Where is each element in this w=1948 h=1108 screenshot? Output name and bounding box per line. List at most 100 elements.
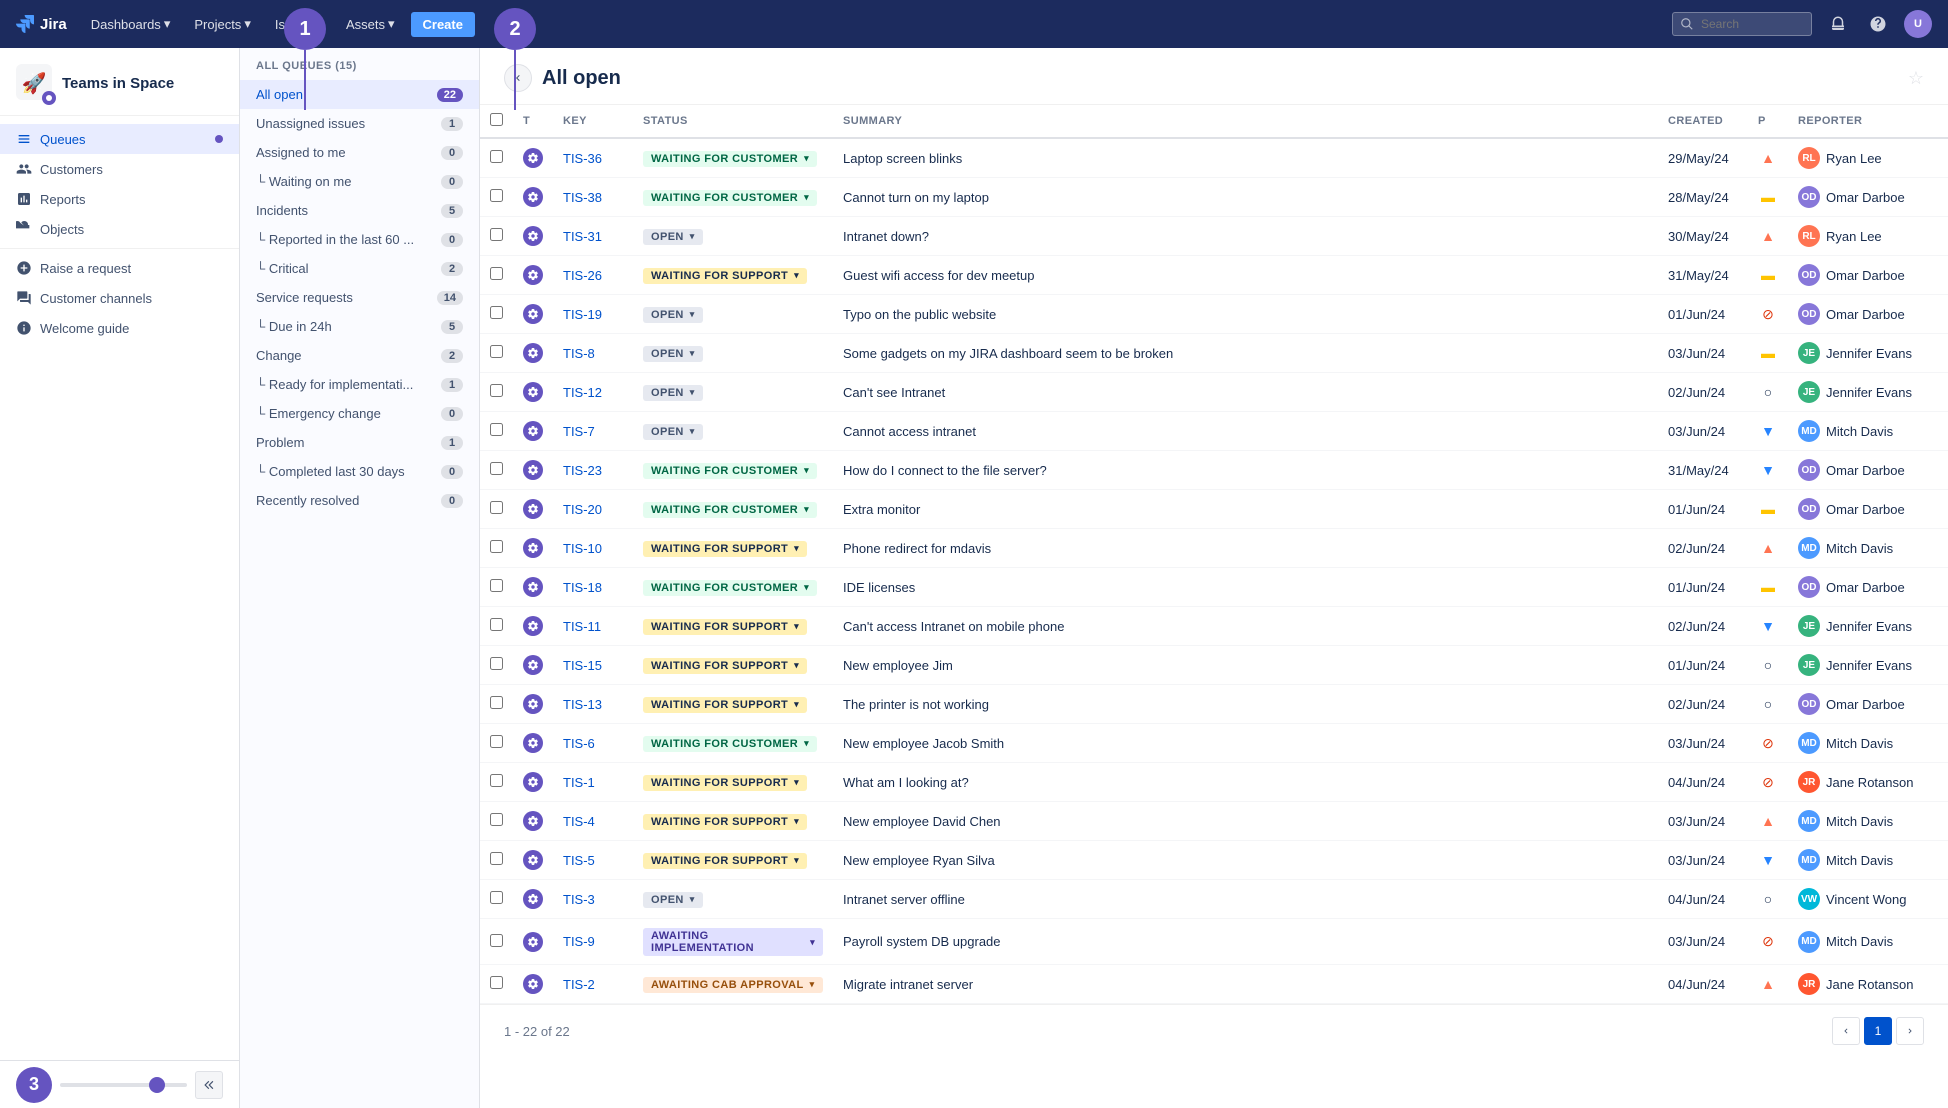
- queue-item-due-24h[interactable]: └ Due in 24h 5: [240, 312, 479, 341]
- row-checkbox[interactable]: [490, 267, 503, 280]
- status-badge[interactable]: WAITING FOR SUPPORT ▾: [643, 268, 807, 284]
- issue-summary-link[interactable]: Phone redirect for mdavis: [843, 541, 991, 556]
- issue-summary-link[interactable]: New employee Jacob Smith: [843, 736, 1004, 751]
- row-checkbox[interactable]: [490, 696, 503, 709]
- status-badge[interactable]: WAITING FOR CUSTOMER ▾: [643, 463, 817, 479]
- issue-summary-link[interactable]: Guest wifi access for dev meetup: [843, 268, 1034, 283]
- issue-summary-link[interactable]: What am I looking at?: [843, 775, 969, 790]
- sidebar-item-customers[interactable]: Customers: [0, 154, 239, 184]
- user-avatar[interactable]: U: [1904, 10, 1932, 38]
- projects-menu[interactable]: Projects ▾: [186, 12, 259, 36]
- sidebar-item-queues[interactable]: Queues: [0, 124, 239, 154]
- issue-summary-link[interactable]: How do I connect to the file server?: [843, 463, 1047, 478]
- status-badge[interactable]: OPEN ▾: [643, 307, 703, 323]
- queue-item-all-open[interactable]: All open 22: [240, 80, 479, 109]
- issue-key-link[interactable]: TIS-2: [563, 977, 595, 992]
- queue-item-assigned-to-me[interactable]: Assigned to me 0: [240, 138, 479, 167]
- issue-summary-link[interactable]: New employee David Chen: [843, 814, 1001, 829]
- status-badge[interactable]: OPEN ▾: [643, 424, 703, 440]
- queue-item-problem[interactable]: Problem 1: [240, 428, 479, 457]
- queue-item-reported-last-60[interactable]: └ Reported in the last 60 ... 0: [240, 225, 479, 254]
- issue-key-link[interactable]: TIS-13: [563, 697, 602, 712]
- status-badge[interactable]: WAITING FOR SUPPORT ▾: [643, 541, 807, 557]
- row-checkbox[interactable]: [490, 150, 503, 163]
- issue-key-link[interactable]: TIS-38: [563, 190, 602, 205]
- row-checkbox[interactable]: [490, 423, 503, 436]
- queue-item-incidents[interactable]: Incidents 5: [240, 196, 479, 225]
- issue-key-link[interactable]: TIS-15: [563, 658, 602, 673]
- queue-item-critical[interactable]: └ Critical 2: [240, 254, 479, 283]
- queue-item-recently-resolved[interactable]: Recently resolved 0: [240, 486, 479, 515]
- status-badge[interactable]: OPEN ▾: [643, 892, 703, 908]
- status-badge[interactable]: WAITING FOR CUSTOMER ▾: [643, 502, 817, 518]
- status-badge[interactable]: WAITING FOR SUPPORT ▾: [643, 814, 807, 830]
- issue-key-link[interactable]: TIS-9: [563, 934, 595, 949]
- issue-key-link[interactable]: TIS-18: [563, 580, 602, 595]
- status-badge[interactable]: WAITING FOR CUSTOMER ▾: [643, 190, 817, 206]
- issue-summary-link[interactable]: Intranet server offline: [843, 892, 965, 907]
- sidebar-item-customer-channels[interactable]: Customer channels: [0, 283, 239, 313]
- sidebar-item-reports[interactable]: Reports: [0, 184, 239, 214]
- issue-summary-link[interactable]: Payroll system DB upgrade: [843, 934, 1001, 949]
- slider-thumb[interactable]: [149, 1077, 165, 1093]
- status-badge[interactable]: OPEN ▾: [643, 229, 703, 245]
- issue-key-link[interactable]: TIS-10: [563, 541, 602, 556]
- row-checkbox[interactable]: [490, 934, 503, 947]
- issue-key-link[interactable]: TIS-4: [563, 814, 595, 829]
- queue-item-service-requests[interactable]: Service requests 14: [240, 283, 479, 312]
- sidebar-item-welcome-guide[interactable]: Welcome guide: [0, 313, 239, 343]
- issue-key-link[interactable]: TIS-26: [563, 268, 602, 283]
- row-checkbox[interactable]: [490, 540, 503, 553]
- status-badge[interactable]: WAITING FOR CUSTOMER ▾: [643, 736, 817, 752]
- page-1-button[interactable]: 1: [1864, 1017, 1892, 1045]
- issue-key-link[interactable]: TIS-20: [563, 502, 602, 517]
- status-badge[interactable]: OPEN ▾: [643, 346, 703, 362]
- issue-key-link[interactable]: TIS-12: [563, 385, 602, 400]
- issue-summary-link[interactable]: Cannot turn on my laptop: [843, 190, 989, 205]
- issue-key-link[interactable]: TIS-6: [563, 736, 595, 751]
- status-badge[interactable]: WAITING FOR SUPPORT ▾: [643, 697, 807, 713]
- select-all-checkbox[interactable]: [490, 113, 503, 126]
- status-badge[interactable]: WAITING FOR SUPPORT ▾: [643, 619, 807, 635]
- status-badge[interactable]: WAITING FOR SUPPORT ▾: [643, 775, 807, 791]
- jira-logo[interactable]: Jira: [16, 15, 67, 33]
- issue-key-link[interactable]: TIS-19: [563, 307, 602, 322]
- status-badge[interactable]: WAITING FOR CUSTOMER ▾: [643, 151, 817, 167]
- row-checkbox[interactable]: [490, 618, 503, 631]
- issue-key-link[interactable]: TIS-36: [563, 151, 602, 166]
- star-button[interactable]: ☆: [1908, 68, 1924, 89]
- row-checkbox[interactable]: [490, 579, 503, 592]
- row-checkbox[interactable]: [490, 501, 503, 514]
- issue-summary-link[interactable]: Can't access Intranet on mobile phone: [843, 619, 1064, 634]
- issue-key-link[interactable]: TIS-7: [563, 424, 595, 439]
- issue-key-link[interactable]: TIS-8: [563, 346, 595, 361]
- issue-key-link[interactable]: TIS-23: [563, 463, 602, 478]
- sidebar-item-raise-request[interactable]: Raise a request: [0, 253, 239, 283]
- status-badge[interactable]: WAITING FOR SUPPORT ▾: [643, 658, 807, 674]
- issue-summary-link[interactable]: Laptop screen blinks: [843, 151, 962, 166]
- issue-summary-link[interactable]: IDE licenses: [843, 580, 915, 595]
- issue-summary-link[interactable]: Cannot access intranet: [843, 424, 976, 439]
- row-checkbox[interactable]: [490, 774, 503, 787]
- issue-key-link[interactable]: TIS-1: [563, 775, 595, 790]
- collapse-sidebar-button[interactable]: [195, 1071, 223, 1099]
- issue-summary-link[interactable]: New employee Ryan Silva: [843, 853, 995, 868]
- issue-summary-link[interactable]: Migrate intranet server: [843, 977, 973, 992]
- queue-item-change[interactable]: Change 2: [240, 341, 479, 370]
- issue-key-link[interactable]: TIS-5: [563, 853, 595, 868]
- issue-key-link[interactable]: TIS-3: [563, 892, 595, 907]
- issues-menu[interactable]: Issues ▾: [267, 12, 330, 36]
- status-badge[interactable]: AWAITING IMPLEMENTATION ▾: [643, 928, 823, 956]
- search-input[interactable]: [1672, 12, 1812, 36]
- issue-summary-link[interactable]: Intranet down?: [843, 229, 929, 244]
- status-badge[interactable]: AWAITING CAB APPROVAL ▾: [643, 977, 823, 993]
- issue-summary-link[interactable]: New employee Jim: [843, 658, 953, 673]
- issue-key-link[interactable]: TIS-31: [563, 229, 602, 244]
- queue-item-waiting-on-me[interactable]: └ Waiting on me 0: [240, 167, 479, 196]
- queue-item-completed-30[interactable]: └ Completed last 30 days 0: [240, 457, 479, 486]
- assets-menu[interactable]: Assets ▾: [338, 12, 403, 36]
- row-checkbox[interactable]: [490, 976, 503, 989]
- issue-summary-link[interactable]: Can't see Intranet: [843, 385, 945, 400]
- row-checkbox[interactable]: [490, 657, 503, 670]
- prev-page-button[interactable]: [1832, 1017, 1860, 1045]
